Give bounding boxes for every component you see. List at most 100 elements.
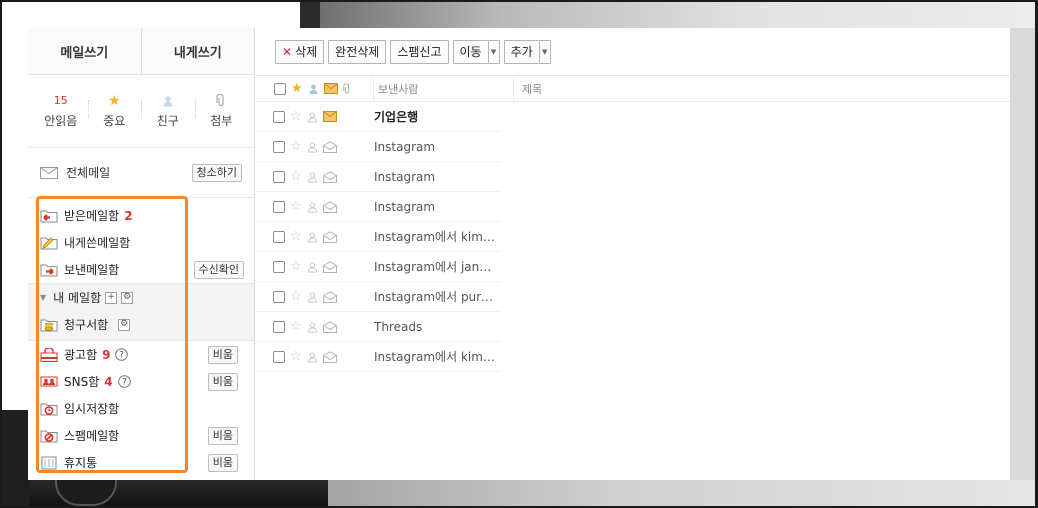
star-icon[interactable]: ☆	[290, 350, 302, 363]
folder-drafts[interactable]: 임시저장함	[28, 395, 254, 422]
chevron-down-icon[interactable]: ▼	[538, 39, 551, 64]
mail-row[interactable]: ☆ Instagram에서 kim_ll...	[256, 222, 501, 252]
ads-unread-count: 9	[102, 347, 111, 362]
envelope-open-icon[interactable]	[322, 200, 337, 213]
add-button[interactable]: 추가	[503, 39, 539, 64]
envelope-open-icon[interactable]	[322, 260, 337, 273]
star-icon[interactable]: ☆	[290, 290, 302, 303]
row-checkbox[interactable]	[273, 170, 285, 183]
mail-row[interactable]: ☆ Threads	[256, 312, 501, 342]
delete-button[interactable]: ✕ 삭제	[275, 39, 325, 64]
row-checkbox[interactable]	[273, 260, 285, 273]
quick-important[interactable]: ★ 중요	[87, 93, 142, 129]
person-icon[interactable]	[307, 171, 318, 183]
empty-spam-button[interactable]: 비움	[207, 426, 238, 445]
my-mailbox-header[interactable]: ▼ 내 메일함 + ⚙	[28, 284, 254, 311]
folder-trash[interactable]: 휴지통 비움	[28, 449, 254, 476]
person-icon[interactable]	[308, 83, 319, 95]
row-sender[interactable]: Instagram에서 janek...	[374, 258, 498, 275]
report-spam-button[interactable]: 스팸신고	[390, 39, 449, 64]
star-icon[interactable]: ☆	[290, 320, 302, 333]
person-icon[interactable]	[307, 261, 318, 273]
my-mailbox-group: ▼ 내 메일함 + ⚙ 청구서함 ⚙	[28, 283, 254, 341]
envelope-open-icon[interactable]	[322, 320, 337, 333]
envelope-closed-icon[interactable]	[322, 111, 337, 122]
mail-row[interactable]: ☆ 기업은행	[256, 102, 501, 132]
help-icon[interactable]: ?	[117, 375, 131, 388]
star-icon[interactable]: ☆	[290, 260, 302, 273]
star-icon[interactable]: ★	[291, 82, 303, 95]
quick-attachments[interactable]: 첨부	[194, 94, 249, 129]
mail-row[interactable]: ☆ Instagram	[256, 132, 501, 162]
mail-row[interactable]: ☆ Instagram	[256, 192, 501, 222]
quick-friends[interactable]: 친구	[141, 94, 195, 129]
row-checkbox[interactable]	[273, 110, 285, 123]
empty-ads-button[interactable]: 비움	[207, 345, 238, 364]
row-sender[interactable]: Threads	[374, 320, 498, 334]
person-icon[interactable]	[307, 351, 318, 363]
row-checkbox[interactable]	[273, 320, 285, 333]
row-checkbox[interactable]	[273, 290, 285, 303]
envelope-icon[interactable]	[323, 83, 338, 94]
mail-row[interactable]: ☆ Instagram	[256, 162, 501, 192]
envelope-open-icon[interactable]	[322, 170, 337, 183]
person-icon[interactable]	[307, 291, 318, 303]
no-entry-folder-icon	[40, 429, 58, 443]
write-to-me-button[interactable]: 내게쓰기	[140, 28, 255, 74]
folder-sent[interactable]: 보낸메일함 수신확인	[28, 256, 254, 283]
row-sender[interactable]: Instagram	[374, 200, 498, 214]
select-all-checkbox[interactable]	[274, 82, 286, 95]
folder-to-me[interactable]: 내게쓴메일함	[28, 229, 254, 256]
move-button[interactable]: 이동	[452, 39, 488, 64]
row-sender[interactable]: Instagram에서 kim_ll...	[374, 228, 498, 245]
help-icon[interactable]: ?	[115, 348, 129, 361]
row-sender[interactable]: Instagram	[374, 140, 498, 154]
folder-ads[interactable]: 광고함 9 ? 비움	[28, 341, 254, 368]
sender-column-header[interactable]: 보낸사람	[374, 76, 514, 101]
row-checkbox[interactable]	[273, 230, 285, 243]
star-icon[interactable]: ☆	[290, 140, 302, 153]
mail-row[interactable]: ☆ Instagram에서 kim_b...	[256, 342, 501, 372]
star-icon[interactable]: ☆	[290, 230, 302, 243]
empty-sns-button[interactable]: 비움	[207, 372, 238, 391]
folder-bills[interactable]: 청구서함 ⚙	[28, 311, 254, 338]
row-sender[interactable]: Instagram에서 kim_b...	[374, 348, 498, 365]
bills-settings-gear-icon[interactable]: ⚙	[118, 318, 131, 331]
all-mail-row[interactable]: 전체메일 청소하기	[28, 148, 254, 198]
permanent-delete-button[interactable]: 완전삭제	[328, 39, 387, 64]
folder-spam[interactable]: 스팸메일함 비움	[28, 422, 254, 449]
row-sender[interactable]: Instagram에서 pure_l...	[374, 288, 498, 305]
star-icon[interactable]: ☆	[290, 110, 302, 123]
row-sender[interactable]: Instagram	[374, 170, 498, 184]
person-icon[interactable]	[307, 141, 318, 153]
chevron-down-icon[interactable]: ▼	[487, 39, 500, 64]
person-icon[interactable]	[307, 201, 318, 213]
person-icon[interactable]	[307, 231, 318, 243]
read-receipt-button[interactable]: 수신확인	[193, 260, 244, 279]
envelope-open-icon[interactable]	[322, 290, 337, 303]
empty-trash-button[interactable]: 비움	[207, 453, 238, 472]
star-icon[interactable]: ☆	[290, 200, 302, 213]
folder-sns[interactable]: SNS함 4 ? 비움	[28, 368, 254, 395]
person-icon[interactable]	[307, 111, 318, 123]
add-folder-icon[interactable]: +	[105, 291, 118, 304]
write-mail-button[interactable]: 메일쓰기	[28, 28, 141, 74]
row-checkbox[interactable]	[273, 140, 285, 153]
envelope-open-icon[interactable]	[322, 140, 337, 153]
row-checkbox[interactable]	[273, 350, 285, 363]
envelope-open-icon[interactable]	[322, 350, 337, 363]
mail-row[interactable]: ☆ Instagram에서 janek...	[256, 252, 501, 282]
clean-button[interactable]: 청소하기	[191, 163, 242, 182]
mail-row[interactable]: ☆ Instagram에서 pure_l...	[256, 282, 501, 312]
folder-inbox[interactable]: 받은메일함 2	[28, 202, 254, 229]
row-checkbox[interactable]	[273, 200, 285, 213]
person-icon[interactable]	[307, 321, 318, 333]
row-sender[interactable]: 기업은행	[374, 108, 498, 125]
envelope-open-icon[interactable]	[322, 230, 337, 243]
settings-gear-icon[interactable]: ⚙	[121, 291, 134, 304]
caret-down-icon[interactable]: ▼	[40, 293, 46, 302]
subject-column-header[interactable]: 제목	[514, 81, 542, 97]
quick-unread[interactable]: 15 안읽음	[34, 94, 88, 129]
paperclip-icon[interactable]	[342, 82, 351, 95]
star-icon[interactable]: ☆	[290, 170, 302, 183]
